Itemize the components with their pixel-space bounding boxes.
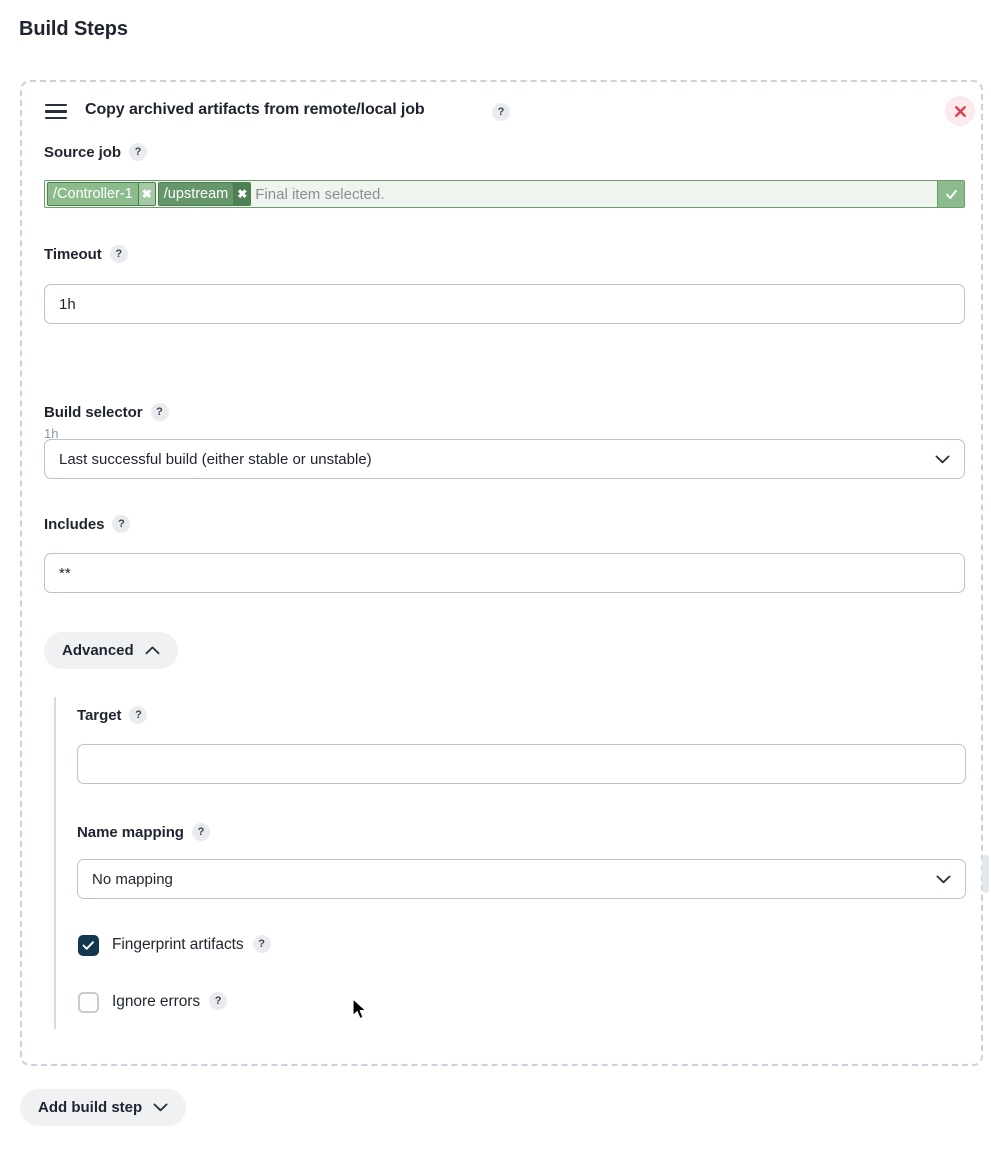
close-icon <box>954 105 966 117</box>
target-input[interactable] <box>77 744 966 784</box>
source-job-token-label: /upstream <box>158 183 234 205</box>
add-build-step-label: Add build step <box>38 1099 143 1116</box>
advanced-toggle-label: Advanced <box>62 642 134 659</box>
ignore-errors-label: Ignore errors? <box>112 992 228 1011</box>
chevron-down-icon <box>936 875 951 883</box>
includes-label: Includes? <box>44 515 131 534</box>
help-icon-timeout[interactable]: ? <box>109 245 128 264</box>
target-label: Target? <box>77 706 148 725</box>
help-icon-target[interactable]: ? <box>129 706 148 725</box>
chevron-down-icon <box>935 455 950 463</box>
source-job-token-remove-icon[interactable]: ✖ <box>137 183 155 205</box>
name-mapping-dropdown[interactable]: No mapping <box>77 859 966 899</box>
source-job-token[interactable]: /Controller-1 ✖ <box>47 182 156 206</box>
fingerprint-artifacts-checkbox[interactable] <box>78 935 99 956</box>
name-mapping-label-text: Name mapping <box>77 824 184 841</box>
chevron-up-icon <box>145 646 160 655</box>
name-mapping-label: Name mapping? <box>77 823 210 842</box>
advanced-panel: Target? Name mapping? No mapping Fingerp… <box>54 697 966 1029</box>
fingerprint-artifacts-row[interactable]: Fingerprint artifacts? <box>78 935 271 956</box>
source-job-token-label: /Controller-1 <box>48 183 138 205</box>
source-job-label-text: Source job <box>44 144 122 161</box>
advanced-toggle-button[interactable]: Advanced <box>44 632 178 669</box>
source-job-label: Source job? <box>44 143 148 162</box>
build-selector-value: Last successful build (either stable or … <box>59 450 372 468</box>
add-build-step-button[interactable]: Add build step <box>20 1089 187 1126</box>
build-step-header: Copy archived artifacts from remote/loca… <box>22 96 981 132</box>
target-label-text: Target <box>77 707 122 724</box>
name-mapping-value: No mapping <box>92 870 173 888</box>
help-icon-fingerprint-artifacts[interactable]: ? <box>252 935 271 954</box>
source-job-status-text: Final item selected. <box>255 185 385 203</box>
fingerprint-artifacts-label: Fingerprint artifacts? <box>112 935 271 954</box>
build-step-title: Copy archived artifacts from remote/loca… <box>85 101 425 118</box>
ignore-errors-label-text: Ignore errors <box>112 993 201 1011</box>
drag-handle-icon[interactable] <box>45 104 67 120</box>
help-icon-build-step[interactable]: ? <box>492 103 510 121</box>
source-job-confirm-button[interactable] <box>937 181 964 207</box>
ignore-errors-row[interactable]: Ignore errors? <box>78 992 228 1013</box>
check-icon <box>945 189 957 199</box>
help-icon-ignore-errors[interactable]: ? <box>209 992 228 1011</box>
fingerprint-artifacts-label-text: Fingerprint artifacts <box>112 936 244 954</box>
ignore-errors-checkbox[interactable] <box>78 992 99 1013</box>
build-selector-dropdown[interactable]: Last successful build (either stable or … <box>44 439 965 479</box>
source-job-token[interactable]: /upstream ✖ <box>157 182 252 206</box>
timeout-label-text: Timeout <box>44 246 102 263</box>
build-step-card: Copy archived artifacts from remote/loca… <box>20 80 983 1066</box>
help-icon-name-mapping[interactable]: ? <box>191 823 210 842</box>
close-button[interactable] <box>945 96 975 126</box>
build-selector-label: Build selector? <box>44 403 169 422</box>
help-icon-source-job[interactable]: ? <box>129 143 148 162</box>
includes-input[interactable] <box>44 553 965 593</box>
timeout-label: Timeout? <box>44 245 128 264</box>
help-icon-includes[interactable]: ? <box>112 515 131 534</box>
timeout-input[interactable] <box>44 284 965 324</box>
vertical-scrollbar-thumb[interactable] <box>982 855 989 893</box>
help-icon-build-selector[interactable]: ? <box>150 403 169 422</box>
source-job-token-area[interactable]: /Controller-1 ✖ /upstream ✖ Final item s… <box>45 181 937 207</box>
source-job-token-remove-icon[interactable]: ✖ <box>233 183 251 205</box>
includes-label-text: Includes <box>44 516 105 533</box>
page-title: Build Steps <box>19 18 128 40</box>
check-icon <box>82 941 94 950</box>
chevron-down-icon <box>153 1103 168 1112</box>
source-job-field[interactable]: /Controller-1 ✖ /upstream ✖ Final item s… <box>44 180 965 208</box>
build-selector-label-text: Build selector <box>44 404 143 421</box>
